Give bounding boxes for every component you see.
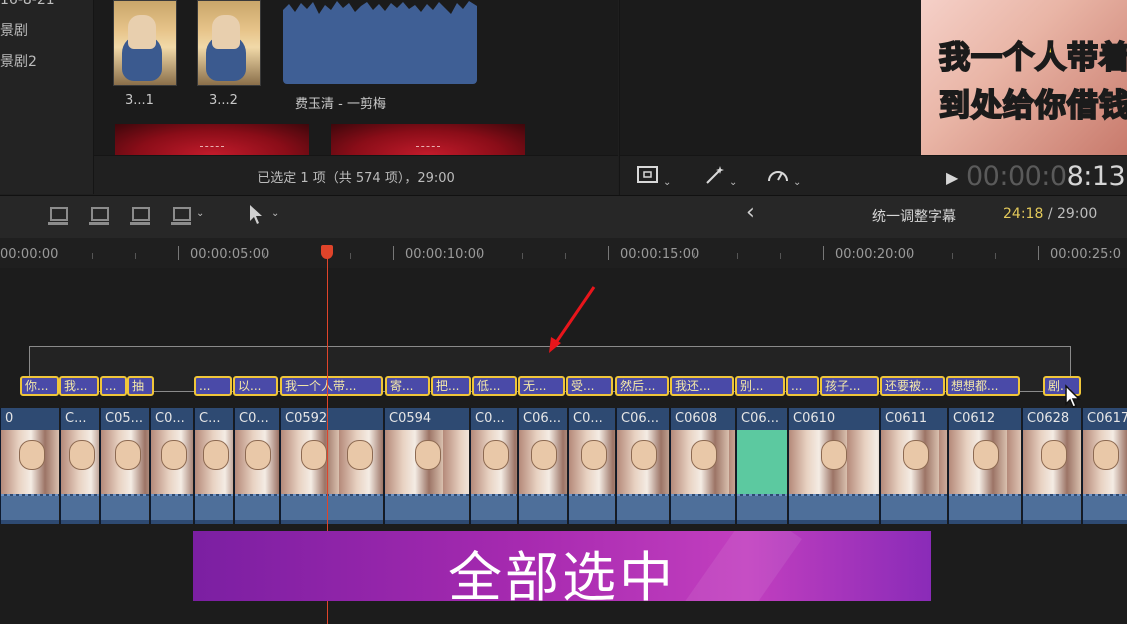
video-clip[interactable]: C...: [194, 408, 233, 524]
video-clip[interactable]: C0594: [384, 408, 469, 524]
viewer-frame: 我一个人带着 到处给你借钱: [921, 0, 1127, 155]
caption-clip[interactable]: 无...: [518, 376, 565, 396]
selection-status-text: 已选定 1 项（共 574 项），29:00: [257, 171, 455, 186]
caption-clip[interactable]: 我还...: [670, 376, 734, 396]
viewer-subtitle-line: 我一个人带着: [938, 39, 1127, 77]
ruler-label: 00:00:00: [0, 247, 59, 262]
caption-clip[interactable]: 孩子...: [820, 376, 879, 396]
video-clip[interactable]: C0592: [280, 408, 383, 524]
annotation-arrow-icon: [545, 285, 599, 359]
play-icon[interactable]: ▶: [946, 168, 958, 187]
ruler-label: 00:00:20:00: [835, 247, 915, 262]
timeline-toolbar: ⌄ ⌄: [0, 195, 1127, 239]
video-clip[interactable]: C0610: [788, 408, 879, 524]
playhead-handle[interactable]: [321, 245, 333, 259]
caption-clip[interactable]: ...: [786, 376, 819, 396]
title-clip-thumbnail[interactable]: [331, 124, 525, 155]
caption-clip[interactable]: 还要被...: [880, 376, 945, 396]
ruler-label: 00:00:25:0: [1050, 247, 1122, 262]
sidebar-event-item[interactable]: 16-8-21: [0, 0, 55, 8]
timeline-ruler[interactable]: 00:00:00 00:00:05:00 00:00:10:00 00:00:1…: [0, 238, 1127, 268]
title-clip-thumbnail[interactable]: [115, 124, 309, 155]
chevron-down-icon[interactable]: ⌄: [196, 208, 218, 230]
ruler-label: 00:00:15:00: [620, 247, 700, 262]
video-clip[interactable]: C06...: [518, 408, 567, 524]
caption-clip[interactable]: 受...: [566, 376, 613, 396]
browser-status-bar: 已选定 1 项（共 574 项），29:00: [94, 155, 618, 195]
back-chevron-icon[interactable]: ‹: [746, 200, 755, 225]
viewer-subtitle-line: 到处给你借钱: [938, 87, 1127, 125]
insert-clip-icon[interactable]: [88, 205, 110, 227]
caption-clip[interactable]: 低...: [472, 376, 517, 396]
clip-thumbnail-label: 3...1: [125, 93, 154, 108]
video-clip[interactable]: C...: [60, 408, 99, 524]
video-clip[interactable]: C0611: [880, 408, 947, 524]
caption-clip[interactable]: 你...: [20, 376, 59, 396]
transform-icon[interactable]: ⌄: [636, 165, 671, 190]
clip-thumbnail[interactable]: [113, 0, 177, 86]
caption-clip[interactable]: 把...: [431, 376, 471, 396]
timecode-display: 00:00:08:13: [966, 161, 1126, 192]
magic-wand-icon[interactable]: ⌄: [704, 165, 737, 190]
audio-waveform: [283, 0, 477, 14]
caption-clip[interactable]: ...: [194, 376, 232, 396]
append-clip-icon[interactable]: [129, 205, 151, 227]
viewer-control-bar: ⌄ ⌄ ⌄ ▶ 00:00:08:13: [619, 155, 1127, 195]
banner-text: 全部选中: [448, 546, 676, 601]
ruler-label: 00:00:05:00: [190, 247, 270, 262]
caption-clip[interactable]: 寄...: [385, 376, 430, 396]
audio-clip-thumbnail[interactable]: [283, 0, 477, 84]
speed-gauge-icon[interactable]: ⌄: [766, 165, 801, 190]
connect-clip-icon[interactable]: [47, 205, 69, 227]
video-clip[interactable]: C05...: [100, 408, 149, 524]
video-clip[interactable]: C0...: [150, 408, 193, 524]
sidebar-event-item[interactable]: 景剧2: [0, 51, 37, 71]
video-clip[interactable]: C0...: [234, 408, 279, 524]
video-clip[interactable]: 0: [0, 408, 59, 524]
video-clip[interactable]: C0...: [470, 408, 517, 524]
caption-clip[interactable]: 我...: [59, 376, 99, 396]
sidebar-event-item[interactable]: 景剧: [0, 20, 28, 40]
video-clip[interactable]: C06...: [616, 408, 669, 524]
video-clip[interactable]: C06...: [736, 408, 787, 524]
video-clip[interactable]: C0628: [1022, 408, 1081, 524]
select-arrow-icon[interactable]: [246, 203, 268, 225]
caption-clip[interactable]: 然后...: [615, 376, 669, 396]
audio-clip-label: 费玉清 - 一剪梅: [295, 97, 386, 112]
media-browser: 3...1 3...2 费玉清 - 一剪梅: [94, 0, 618, 155]
ruler-label: 00:00:10:00: [405, 247, 485, 262]
caption-clip[interactable]: 抽: [127, 376, 154, 396]
video-clip[interactable]: C0617: [1082, 408, 1127, 524]
project-duration: 24:18 / 29:00: [1003, 206, 1098, 222]
video-clip[interactable]: C0612: [948, 408, 1021, 524]
library-sidebar: 16-8-21 景剧 景剧2: [0, 0, 94, 194]
caption-clip[interactable]: 别...: [735, 376, 785, 396]
caption-clip[interactable]: 以...: [233, 376, 278, 396]
video-clip[interactable]: C0608: [670, 408, 735, 524]
clip-thumbnail[interactable]: [197, 0, 261, 86]
overlay-banner: 全部选中: [193, 531, 931, 601]
caption-clip[interactable]: ...: [100, 376, 127, 396]
overwrite-clip-icon[interactable]: [170, 205, 192, 227]
caption-clip[interactable]: 想想都...: [946, 376, 1020, 396]
mouse-pointer-icon: [1064, 384, 1082, 414]
chevron-down-icon[interactable]: ⌄: [271, 208, 293, 230]
clip-thumbnail-label: 3...2: [209, 93, 238, 108]
video-clip[interactable]: C0...: [568, 408, 615, 524]
project-name: 统一调整字幕: [872, 209, 956, 225]
caption-clip[interactable]: 我一个人带...: [280, 376, 383, 396]
